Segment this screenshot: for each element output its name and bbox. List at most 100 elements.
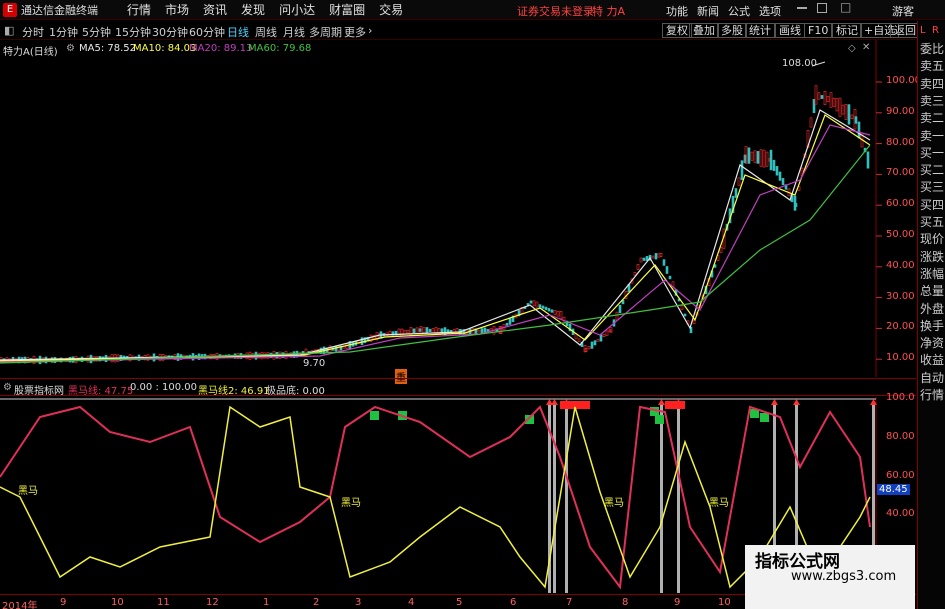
candle (772, 159, 776, 171)
candle (734, 188, 738, 198)
tf-monthly[interactable]: 月线 (283, 24, 305, 40)
panel-item: 涨幅 (920, 266, 945, 281)
candle (532, 300, 536, 307)
date-label: 3 (355, 597, 362, 608)
signal-label: 黑马 (341, 498, 361, 509)
signal-arrow (658, 399, 665, 405)
indicator-axis-label: 60.00 (886, 469, 915, 481)
tf-more[interactable]: 更多 (344, 24, 366, 40)
date-label: 10 (718, 597, 731, 608)
candle (781, 178, 785, 186)
guest-label[interactable]: 游客 (892, 3, 914, 19)
btn-mark[interactable]: 标记 (832, 23, 862, 38)
candle (847, 104, 851, 125)
btn-adjust[interactable]: 复权 (662, 23, 692, 38)
stock-title: 特 力A (592, 5, 626, 18)
price-axis-label: 70.00 (886, 167, 915, 179)
candle (762, 149, 766, 168)
panel-item: 外盘 (920, 301, 945, 316)
panel-item[interactable]: 行情 (920, 388, 944, 403)
btn-stats[interactable]: 统计 (745, 23, 775, 38)
date-label: 2 (313, 597, 320, 608)
candle (817, 92, 821, 100)
maximize-icon[interactable]: □ (840, 1, 851, 13)
app-logo-icon: E (3, 2, 17, 17)
tf-1min[interactable]: 1分钟 (49, 24, 78, 40)
btn-multistock[interactable]: 多股 (717, 23, 747, 38)
btn-back[interactable]: 返回 (890, 23, 920, 38)
menu-ask[interactable]: 问小达 (279, 1, 315, 18)
price-axis-label: 90.00 (886, 105, 915, 117)
panel-item: 收益 (920, 353, 945, 368)
candle (654, 253, 658, 260)
candle (665, 266, 669, 274)
panel-item: 换手 (920, 318, 945, 333)
date-label: 7 (566, 597, 573, 608)
price-axis-label: 60.00 (886, 198, 915, 210)
candle (428, 328, 432, 333)
menu-news[interactable]: 资讯 (203, 1, 227, 18)
candle (820, 95, 824, 99)
menu-quotes[interactable]: 行情 (127, 1, 151, 18)
current-value-badge: 48.45 (877, 484, 910, 495)
date-label: 9 (674, 597, 681, 608)
candle (529, 300, 533, 304)
candle (841, 104, 845, 115)
chevron-right-icon[interactable]: › (368, 24, 372, 37)
tf-intraday[interactable]: 分时 (22, 24, 44, 40)
collapse-icon[interactable]: ◧ (4, 24, 14, 37)
candle (823, 90, 827, 106)
tf-multi[interactable]: 多周期 (309, 24, 342, 40)
tf-30min[interactable]: 30分钟 (152, 24, 188, 40)
indicator-axis-label: 100.0 (886, 392, 915, 403)
candle (538, 304, 542, 308)
signal-arrow (551, 399, 558, 405)
date-label: 8 (622, 597, 629, 608)
minimize-icon[interactable] (797, 3, 807, 9)
panel-item[interactable]: 自动 (920, 371, 944, 386)
menu-wealth[interactable]: 财富圈 (329, 1, 365, 18)
indicator-name: 股票指标网 (14, 386, 64, 397)
date-label: 10 (111, 597, 124, 608)
menu-formula[interactable]: 公式 (728, 3, 750, 19)
gear-icon[interactable]: ⚙ (3, 382, 12, 393)
quote-side-panel: L R 委比 卖五 卖四 卖三 卖二 卖一 买一 买二 买三 买四 买五 现价 涨跌 涨幅 总量 外盘 换手 净资… (917, 21, 945, 609)
candle (577, 338, 581, 342)
candle (794, 203, 798, 207)
menu-options[interactable]: 选项 (759, 3, 781, 19)
tf-15min[interactable]: 15分钟 (115, 24, 151, 40)
date-label: 1 (263, 597, 270, 608)
candle (747, 147, 751, 164)
login-status[interactable]: 证券交易未登录 (517, 3, 594, 19)
panel-item: 买三 (920, 180, 945, 195)
candle (544, 306, 548, 311)
btn-overlay[interactable]: 叠加 (689, 23, 719, 38)
btn-draw[interactable]: 画线 (775, 23, 805, 38)
tf-60min[interactable]: 60分钟 (189, 24, 225, 40)
candle (425, 327, 429, 334)
panel-item: 总量 (920, 284, 945, 299)
signal-label: 黑马 (709, 498, 729, 509)
title-bar: E 通达信金融终端 行情 市场 资讯 发现 问小达 财富圈 交易 证券交易未登录… (0, 0, 945, 20)
candle (651, 255, 655, 259)
candle (636, 263, 640, 271)
menu-trade[interactable]: 交易 (379, 1, 403, 18)
panel-r-icon[interactable]: R (932, 23, 939, 38)
panel-l-icon[interactable]: L (920, 23, 926, 38)
buy-marker (370, 411, 379, 420)
candle (826, 95, 830, 103)
price-axis-label: 30.00 (886, 290, 915, 302)
menu-discover[interactable]: 发现 (241, 1, 265, 18)
candle (422, 327, 426, 334)
candle (838, 97, 842, 117)
btn-f10[interactable]: F10 (804, 23, 833, 38)
menu-market[interactable]: 市场 (165, 1, 189, 18)
panel-item: 卖二 (920, 111, 945, 126)
price-axis-label: 100.00 (886, 75, 921, 86)
menu-news-right[interactable]: 新闻 (697, 3, 719, 19)
restore-icon[interactable] (817, 3, 827, 13)
tf-5min[interactable]: 5分钟 (82, 24, 111, 40)
tf-weekly[interactable]: 周线 (255, 24, 277, 40)
tf-daily[interactable]: 日线 (227, 24, 249, 40)
menu-function[interactable]: 功能 (666, 3, 688, 19)
